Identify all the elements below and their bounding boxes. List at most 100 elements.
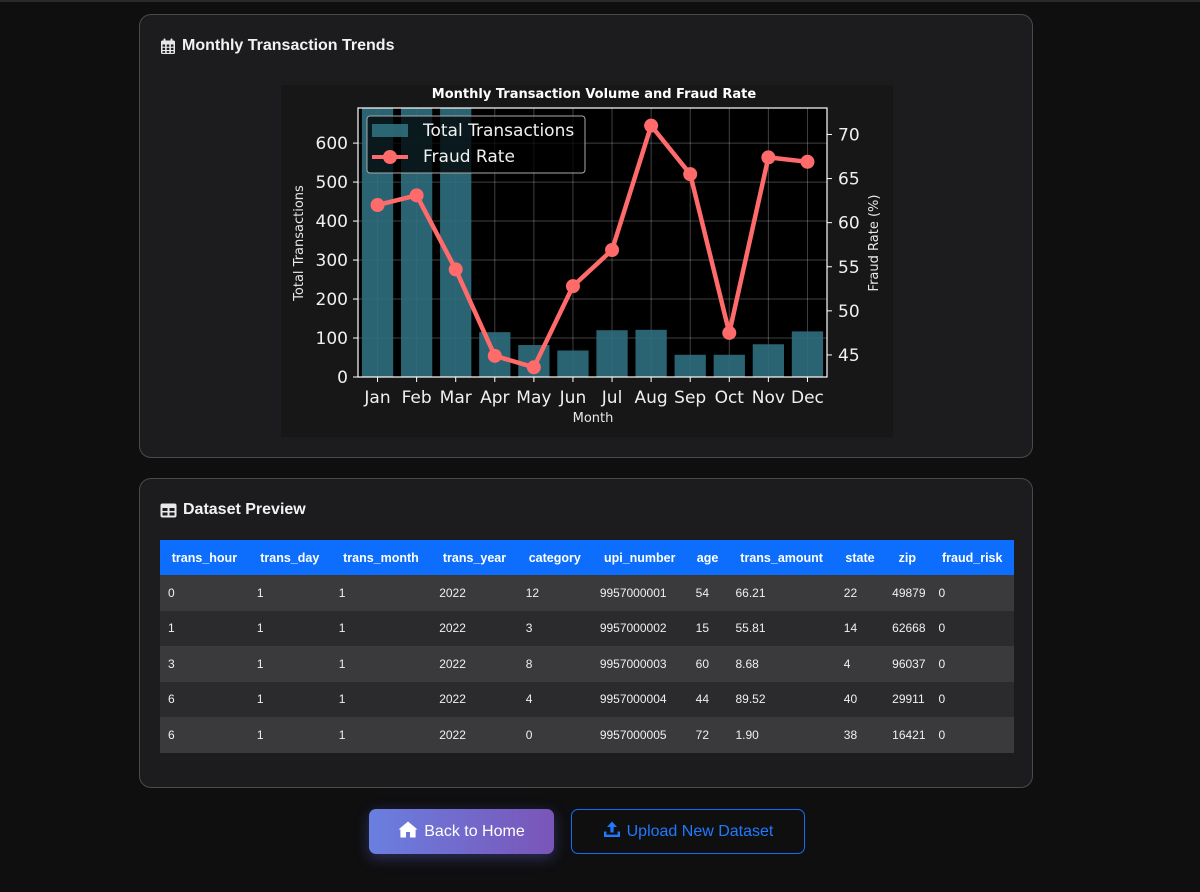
- table-cell: 15: [687, 610, 728, 646]
- table-cell: 49879: [884, 575, 931, 611]
- preview-card-title: Dataset Preview: [183, 501, 306, 518]
- table-cell: 4: [517, 681, 592, 717]
- x-tick-label: Aug: [635, 388, 668, 408]
- table-cell: 2022: [431, 681, 518, 717]
- bar-oct: [713, 354, 745, 377]
- table-cell: 0: [517, 717, 592, 753]
- table-cell: 14: [835, 610, 885, 646]
- fraud-point-apr: [487, 348, 502, 363]
- fraud-point-sep: [683, 167, 698, 182]
- y-tick-label: 0: [337, 368, 348, 388]
- legend-line-marker: [383, 150, 397, 164]
- table-cell: 4: [835, 646, 885, 682]
- table-cell: 72: [687, 717, 728, 753]
- table-cell: 1: [248, 575, 331, 611]
- legend-label-transactions: Total Transactions: [422, 121, 574, 141]
- table-cell: 12: [517, 575, 592, 611]
- table-cell: 40: [835, 681, 885, 717]
- table-cell: 0: [930, 575, 1014, 611]
- table-body: 0 1 1 2022 12 9957000001 54 66.21 22 49879 0 1 1 1 202…: [160, 575, 1014, 753]
- table-cell: 55.81: [727, 610, 836, 646]
- table-cell: 2022: [431, 717, 518, 753]
- table-cell: 3: [160, 646, 249, 682]
- table-cell: 1: [248, 681, 331, 717]
- table-cell: 1: [248, 717, 331, 753]
- table-cell: 2022: [431, 646, 518, 682]
- preview-card-header: Dataset Preview: [160, 501, 306, 519]
- table-cell: 1.90: [727, 717, 836, 753]
- column-header: trans_hour: [160, 540, 249, 575]
- table-cell: 0: [160, 575, 249, 611]
- table-cell: 1: [330, 681, 432, 717]
- table-cell: 1: [330, 575, 432, 611]
- table-cell: 1: [330, 646, 432, 682]
- table-cell: 22: [835, 575, 885, 611]
- upload-icon: [603, 821, 621, 843]
- back-to-home-button[interactable]: Back to Home: [369, 809, 554, 854]
- back-to-home-label: Back to Home: [424, 822, 525, 840]
- table-cell: 0: [930, 681, 1014, 717]
- table-cell: 96037: [884, 646, 931, 682]
- y-right-tick-label: 60: [838, 214, 860, 234]
- bar-jun: [557, 350, 589, 377]
- table-cell: 60: [687, 646, 728, 682]
- y-axis-label: Total Transactions: [292, 185, 307, 302]
- transaction-chart: Monthly Transaction Volume and Fraud Rat…: [281, 85, 893, 437]
- table-cell: 3: [517, 610, 592, 646]
- upload-new-dataset-button[interactable]: Upload New Dataset: [571, 809, 805, 854]
- y-right-tick-label: 45: [838, 346, 860, 366]
- trends-card-header: Monthly Transaction Trends: [160, 37, 394, 55]
- fraud-point-dec: [800, 154, 815, 169]
- column-header: trans_day: [248, 540, 331, 575]
- table-cell: 8: [517, 646, 592, 682]
- legend: Total Transactions Fraud Rate: [366, 115, 586, 174]
- y-right-tick-label: 70: [838, 125, 860, 145]
- x-tick-label: Mar: [440, 388, 472, 408]
- table-cell: 54: [687, 575, 728, 611]
- y-right-tick-label: 55: [838, 258, 860, 278]
- x-tick-label: Jul: [601, 388, 623, 408]
- x-axis-label: Month: [573, 411, 614, 426]
- table-row: 6 1 1 2022 0 9957000005 72 1.90 38 16421 0: [160, 717, 1014, 753]
- bar-aug: [635, 329, 667, 377]
- trends-card-title: Monthly Transaction Trends: [182, 37, 395, 54]
- y-right-tick-label: 65: [838, 170, 860, 190]
- x-tick-label: Feb: [402, 388, 432, 408]
- y-tick-label: 200: [316, 290, 348, 310]
- fraud-point-mar: [448, 262, 463, 277]
- x-tick-label: Jun: [559, 388, 587, 408]
- legend-bar-swatch: [372, 124, 408, 137]
- table-cell: 1: [248, 610, 331, 646]
- fraud-point-jan: [370, 198, 385, 213]
- table-cell: 2022: [431, 575, 518, 611]
- column-header: category: [517, 540, 592, 575]
- table-cell: 16421: [884, 717, 931, 753]
- table-row: 6 1 1 2022 4 9957000004 44 89.52 40 29911 0: [160, 681, 1014, 717]
- dataset-preview-card: Dataset Preview trans_hour trans_day tra…: [139, 478, 1033, 788]
- y-tick-label: 600: [316, 134, 348, 154]
- fraud-point-may: [526, 360, 541, 375]
- chart-title: Monthly Transaction Volume and Fraud Rat…: [432, 87, 757, 102]
- table-cell: 1: [330, 610, 432, 646]
- column-header: trans_amount: [727, 540, 836, 575]
- fraud-point-jun: [565, 279, 580, 294]
- y-right-tick-label: 50: [838, 302, 860, 322]
- table-cell: 38: [835, 717, 885, 753]
- table-cell: 9957000003: [591, 646, 688, 682]
- table-cell: 6: [160, 717, 249, 753]
- table-row: 0 1 1 2022 12 9957000001 54 66.21 22 49879 0: [160, 575, 1014, 611]
- column-header: age: [687, 540, 728, 575]
- table-cell: 8.68: [727, 646, 836, 682]
- x-tick-label: Apr: [480, 388, 509, 408]
- window-top-border: [0, 0, 1200, 2]
- table-cell: 1: [160, 610, 249, 646]
- x-tick-label: Nov: [752, 388, 785, 408]
- table-cell: 9957000002: [591, 610, 688, 646]
- y-right-axis-label: Fraud Rate (%): [867, 195, 882, 292]
- table-cell: 9957000005: [591, 717, 688, 753]
- y-tick-label: 300: [316, 251, 348, 271]
- x-tick-label: Oct: [715, 388, 745, 408]
- table-cell: 29911: [884, 681, 931, 717]
- table-cell: 1: [248, 646, 331, 682]
- x-tick-label: Sep: [674, 388, 706, 408]
